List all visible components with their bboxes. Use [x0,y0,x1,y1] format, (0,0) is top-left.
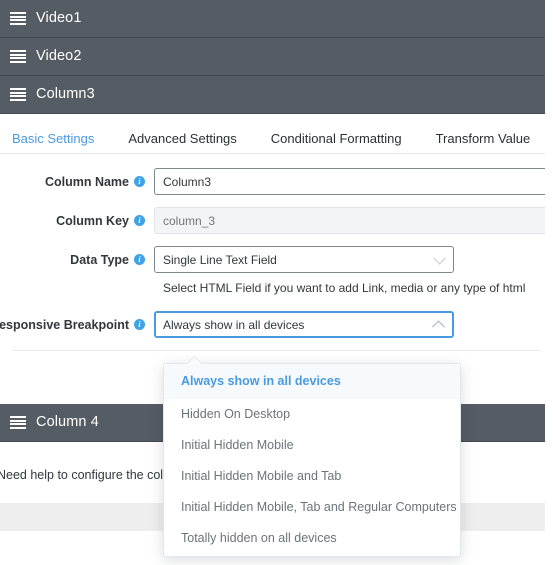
data-type-field-wrap: Single Line Text Field [154,246,553,273]
chevron-up-icon [432,319,445,333]
column-settings-panel: Basic Settings Advanced Settings Conditi… [0,120,553,404]
responsive-breakpoint-field-wrap: Always show in all devices [154,311,553,338]
info-icon[interactable]: i [134,215,145,226]
column-key-label-text: Column Key [56,213,129,228]
settings-tabs: Basic Settings Advanced Settings Conditi… [0,120,553,154]
tab-advanced-settings[interactable]: Advanced Settings [128,132,236,153]
column-name-input[interactable] [154,168,553,195]
dropdown-option-initial-hidden-mobile-tab-and-regular-computers[interactable]: Initial Hidden Mobile, Tab and Regular C… [164,492,460,523]
responsive-breakpoint-select[interactable]: Always show in all devices [154,311,454,338]
column-bar-title: Video2 [36,48,82,65]
dropdown-option-initial-hidden-mobile-and-tab[interactable]: Initial Hidden Mobile and Tab [164,461,460,492]
responsive-breakpoint-label-text: Responsive Breakpoint [0,317,129,332]
info-icon[interactable]: i [134,176,145,187]
responsive-breakpoint-dropdown: Always show in all devices Hidden On Des… [163,363,461,557]
column-bar-title: Video1 [36,10,82,27]
info-icon[interactable]: i [134,254,145,265]
field-row-column-name: Column Name i [0,168,553,195]
column-bar-title: Column 4 [36,414,99,431]
column-name-field-wrap [154,168,553,195]
column-key-label: Column Key i [12,214,154,228]
drag-handle-icon[interactable] [10,416,26,429]
column-name-label-text: Column Name [44,174,129,189]
field-row-data-type: Data Type i Single Line Text Field [0,246,553,273]
field-row-responsive-breakpoint: Responsive Breakpoint i Always show in a… [0,311,553,338]
data-type-label: Data Type i [12,253,154,267]
drag-handle-icon[interactable] [10,50,26,63]
chevron-down-icon [433,251,446,265]
column-name-label: Column Name i [12,175,154,189]
tab-transform-value[interactable]: Transform Value [436,132,531,153]
data-type-selected-value: Single Line Text Field [163,252,277,267]
responsive-breakpoint-label: Responsive Breakpoint i [0,318,154,332]
dropdown-option-initial-hidden-mobile[interactable]: Initial Hidden Mobile [164,430,460,461]
dropdown-option-hidden-on-desktop[interactable]: Hidden On Desktop [164,399,460,430]
info-icon[interactable]: i [134,319,145,330]
column-bar-video2[interactable]: Video2 [0,38,553,76]
column-bar-column3[interactable]: Column3 [0,76,553,114]
tab-basic-settings[interactable]: Basic Settings [12,132,94,153]
data-type-label-text: Data Type [70,252,129,267]
column-bar-video1[interactable]: Video1 [0,0,553,38]
field-row-column-key: Column Key i [0,207,553,234]
responsive-breakpoint-selected-value: Always show in all devices [163,317,305,332]
drag-handle-icon[interactable] [10,88,26,101]
tab-conditional-formatting[interactable]: Conditional Formatting [271,132,402,153]
column-bar-title: Column3 [36,86,95,103]
column-settings-screen: Video1 Video2 Column3 Basic Settings Adv… [0,0,553,565]
drag-handle-icon[interactable] [10,12,26,25]
dropdown-option-totally-hidden[interactable]: Totally hidden on all devices [164,523,460,554]
column-key-input[interactable] [154,207,553,234]
page-right-edge [545,0,553,565]
column-key-field-wrap [154,207,553,234]
data-type-hint: Select HTML Field if you want to add Lin… [163,281,526,295]
data-type-select[interactable]: Single Line Text Field [154,246,454,273]
dropdown-option-always-show[interactable]: Always show in all devices [164,364,460,399]
